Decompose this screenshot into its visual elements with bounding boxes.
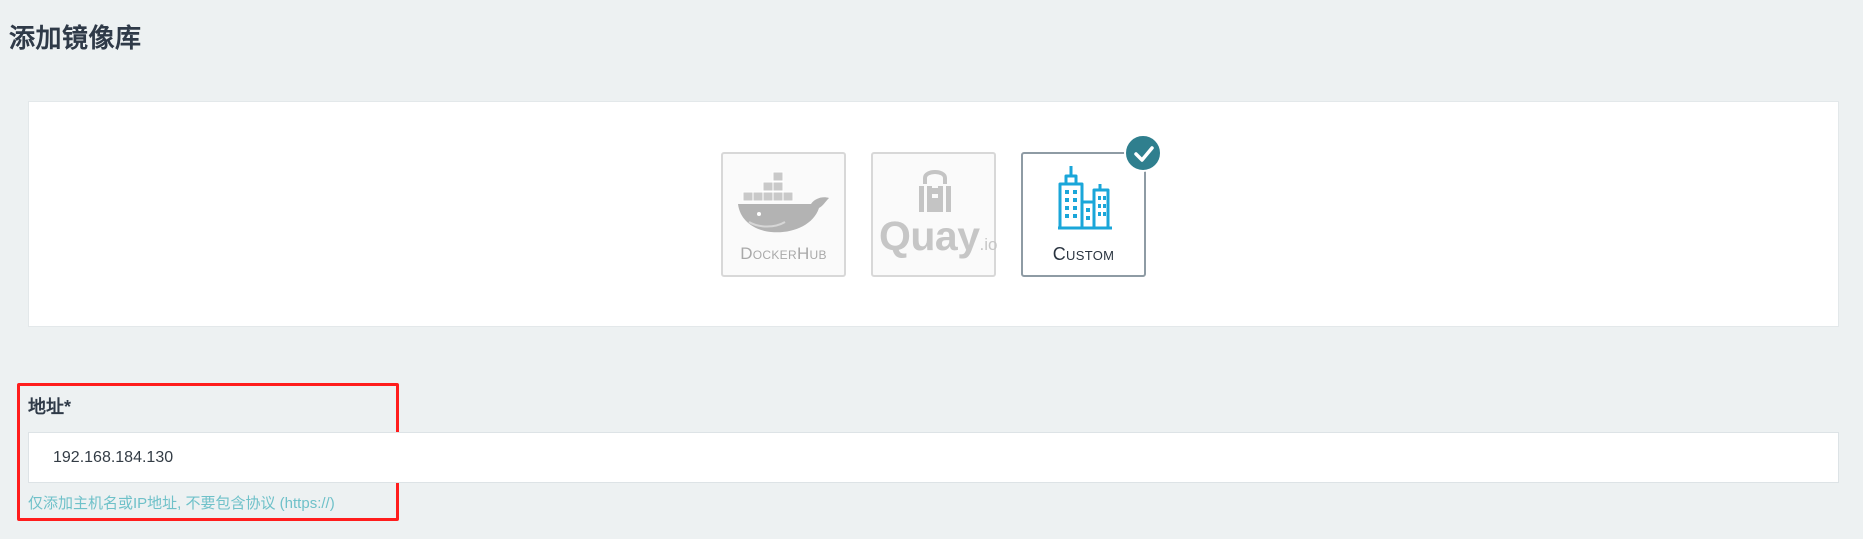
address-input[interactable] [28,432,1839,483]
registry-option-custom[interactable]: Custom [1021,152,1146,277]
registry-option-quay[interactable]: Quay.io [871,152,998,277]
registry-option-dockerhub[interactable]: DockerHub [721,152,846,277]
page-title: 添加镜像库 [9,23,142,53]
registry-option-label: Custom [1052,244,1115,264]
quay-io-suffix: .io [979,235,998,254]
checkmark-icon [1134,146,1154,162]
quay-wordmark: Quay.io [879,213,998,259]
address-field-label: 地址* [28,397,72,417]
quay-lock-icon [919,170,951,212]
buildings-icon [1058,166,1112,230]
registry-option-label: DockerHub [740,244,827,263]
required-mark: * [64,397,72,417]
docker-whale-icon [738,171,829,233]
address-help-text: 仅添加主机名或IP地址, 不要包含协议 (https://) [28,495,335,512]
selected-check-badge [1124,134,1162,172]
